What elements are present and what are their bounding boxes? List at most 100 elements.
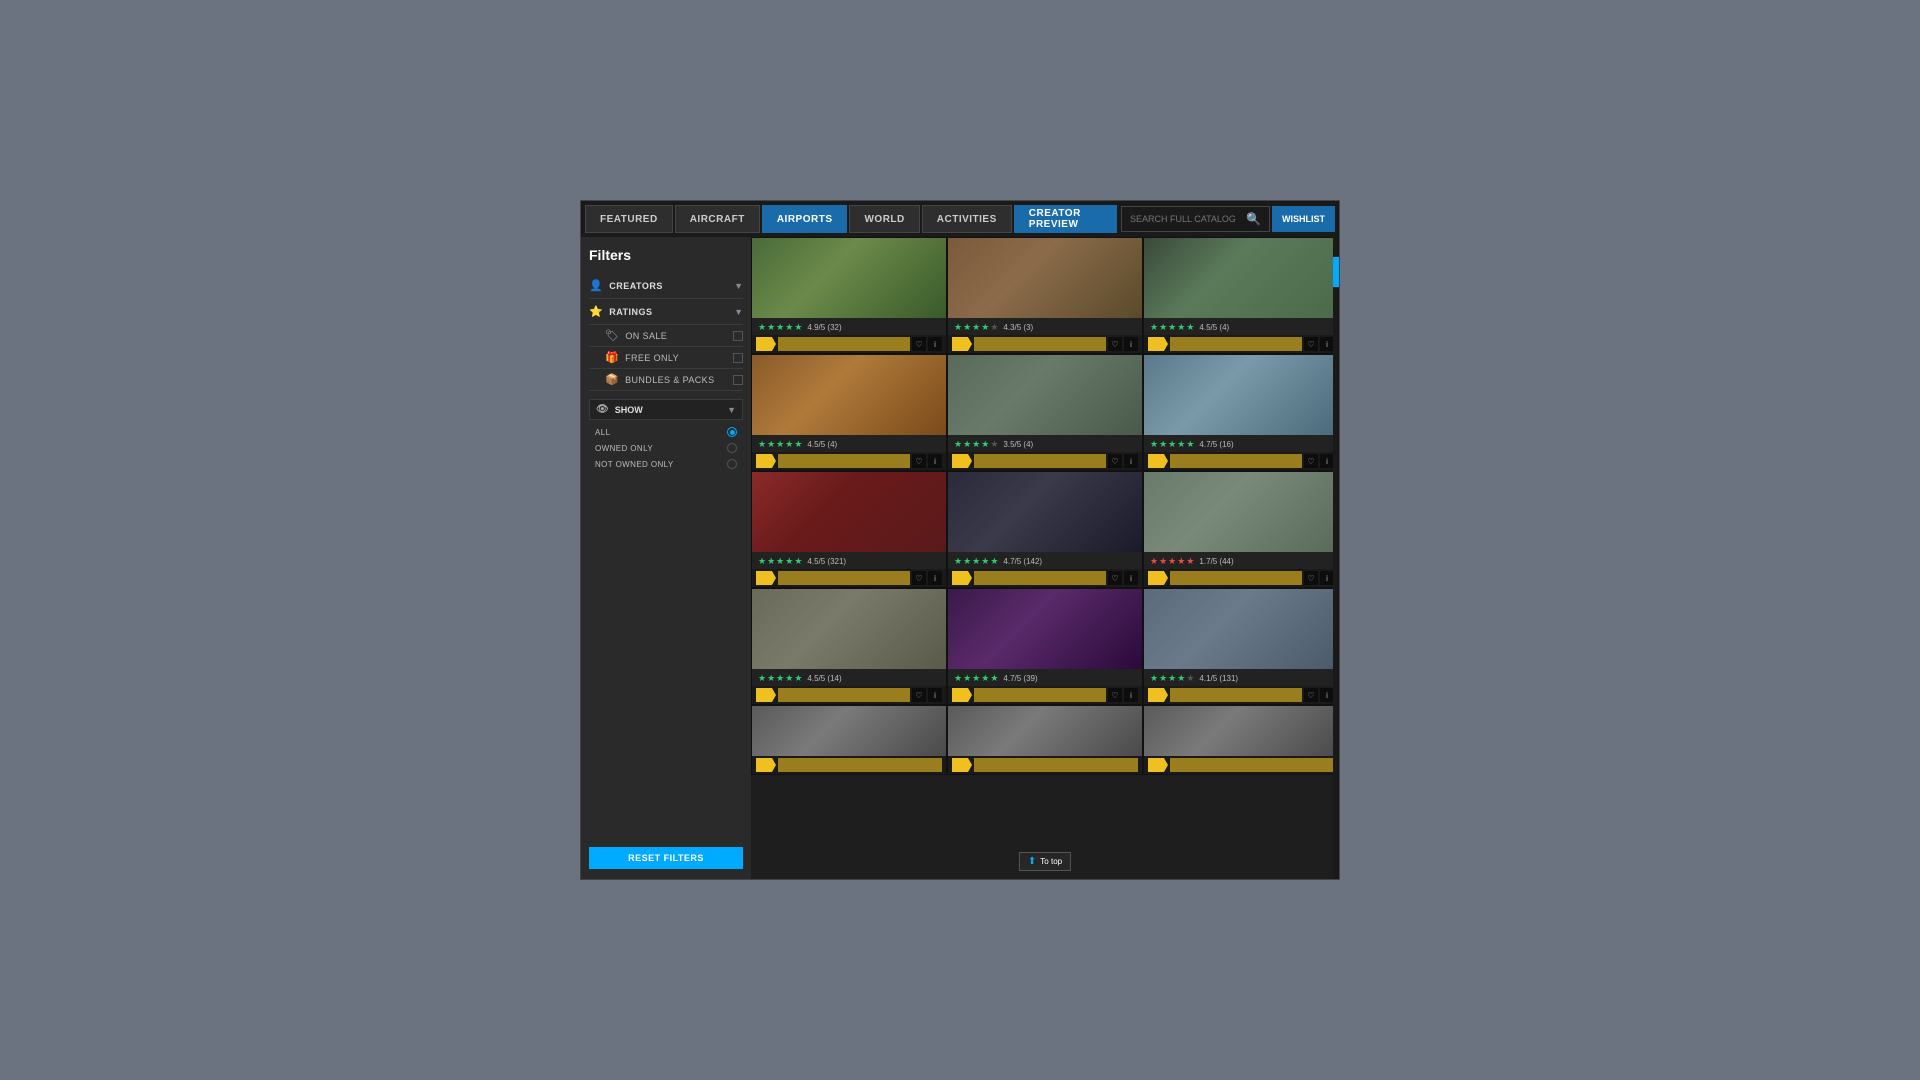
- item-image-12: [1144, 589, 1338, 669]
- item-btn-info-8[interactable]: i: [1124, 571, 1138, 585]
- checkbox-free-only[interactable]: [733, 353, 743, 363]
- item-info-4: ★★★★★ 4.5/5 (4): [752, 435, 946, 452]
- item-btn-heart-12[interactable]: ♡: [1304, 688, 1318, 702]
- star-1: ★: [1150, 322, 1158, 333]
- rating-row-7: ★★★★★ 4.5/5 (321): [758, 556, 940, 567]
- grid-item-9[interactable]: ★★★★★ 1.7/5 (44) ♡ i: [1143, 471, 1339, 588]
- star-3: ★: [776, 556, 784, 567]
- search-input[interactable]: [1130, 214, 1240, 224]
- filters-title: Filters: [589, 247, 743, 263]
- grid-item-1[interactable]: ★★★★★ 4.9/5 (32) ♡ i: [751, 237, 947, 354]
- show-header[interactable]: 👁 SHOW ▼: [589, 399, 743, 420]
- search-icon[interactable]: 🔍: [1246, 212, 1261, 226]
- item-image-8: [948, 472, 1142, 552]
- wishlist-button[interactable]: WISHLIST: [1272, 206, 1335, 232]
- item-btn-info-10[interactable]: i: [928, 688, 942, 702]
- star-5: ★: [794, 556, 802, 567]
- radio-dot-not-owned: [727, 459, 737, 469]
- item-btn-info-4[interactable]: i: [928, 454, 942, 468]
- tab-featured[interactable]: FEATURED: [585, 205, 673, 233]
- grid-item-7[interactable]: ★★★★★ 4.5/5 (321) ♡ i: [751, 471, 947, 588]
- grid-item-2[interactable]: ★★★★★ 4.3/5 (3) ♡ i: [947, 237, 1143, 354]
- item-btn-heart-6[interactable]: ♡: [1304, 454, 1318, 468]
- action-arrow-icon-7: [756, 571, 776, 585]
- action-label-4: [778, 454, 910, 468]
- item-btn-heart-9[interactable]: ♡: [1304, 571, 1318, 585]
- star-5: ★: [1186, 439, 1194, 450]
- to-top-arrow-icon: ⬆: [1028, 856, 1036, 867]
- grid-item-14[interactable]: [947, 705, 1143, 775]
- item-btn-heart-10[interactable]: ♡: [912, 688, 926, 702]
- filter-item-on-sale[interactable]: 🏷 ON SALE: [589, 325, 743, 346]
- item-btn-info-6[interactable]: i: [1320, 454, 1334, 468]
- item-actions-5: ♡ i: [948, 452, 1142, 470]
- item-btn-info-5[interactable]: i: [1124, 454, 1138, 468]
- grid-item-8[interactable]: ★★★★★ 4.7/5 (142) ♡ i: [947, 471, 1143, 588]
- item-image-9: [1144, 472, 1338, 552]
- scrollbar-thumb[interactable]: [1333, 257, 1339, 287]
- item-btn-heart-2[interactable]: ♡: [1108, 337, 1122, 351]
- checkbox-bundles[interactable]: [733, 375, 743, 385]
- grid-item-12[interactable]: ★★★★★ 4.1/5 (131) ♡ i: [1143, 588, 1339, 705]
- filter-section-creators: 👤 CREATORS ▼: [589, 273, 743, 299]
- grid-item-5[interactable]: ★★★★★ 3.5/5 (4) ♡ i: [947, 354, 1143, 471]
- grid-item-4[interactable]: ★★★★★ 4.5/5 (4) ♡ i: [751, 354, 947, 471]
- grid-item-13[interactable]: [751, 705, 947, 775]
- grid-item-6[interactable]: ★★★★★ 4.7/5 (16) ♡ i: [1143, 354, 1339, 471]
- chevron-down-icon-ratings: ▼: [734, 307, 743, 317]
- star-2: ★: [963, 439, 971, 450]
- action-label-partial-13: [778, 758, 942, 772]
- grid-item-10[interactable]: ★★★★★ 4.5/5 (14) ♡ i: [751, 588, 947, 705]
- radio-item-owned[interactable]: OWNED ONLY: [589, 440, 743, 456]
- action-label-11: [974, 688, 1106, 702]
- radio-item-all[interactable]: ALL: [589, 424, 743, 440]
- action-label-8: [974, 571, 1106, 585]
- checkbox-on-sale[interactable]: [733, 331, 743, 341]
- to-top-button[interactable]: ⬆ To top: [1019, 852, 1071, 871]
- rating-text-6: 4.7/5 (16): [1199, 440, 1233, 449]
- filter-item-free-only[interactable]: 🎁 FREE ONLY: [589, 347, 743, 368]
- item-actions-9: ♡ i: [1144, 569, 1338, 587]
- item-image-5: [948, 355, 1142, 435]
- star-2: ★: [767, 322, 775, 333]
- star-2: ★: [963, 322, 971, 333]
- star-3: ★: [972, 322, 980, 333]
- item-btn-info-1[interactable]: i: [928, 337, 942, 351]
- filter-item-bundles[interactable]: 📦 BUNDLES & PACKS: [589, 369, 743, 390]
- item-btn-info-9[interactable]: i: [1320, 571, 1334, 585]
- radio-group-show: ALL OWNED ONLY NOT OWNED ONLY: [589, 424, 743, 472]
- item-btn-info-11[interactable]: i: [1124, 688, 1138, 702]
- filter-header-creators[interactable]: 👤 CREATORS ▼: [589, 273, 743, 298]
- item-image-4: [752, 355, 946, 435]
- rating-row-11: ★★★★★ 4.7/5 (39): [954, 673, 1136, 684]
- item-btn-heart-4[interactable]: ♡: [912, 454, 926, 468]
- item-btn-heart-7[interactable]: ♡: [912, 571, 926, 585]
- item-btn-info-7[interactable]: i: [928, 571, 942, 585]
- item-btn-heart-1[interactable]: ♡: [912, 337, 926, 351]
- tab-aircraft[interactable]: AIRCRAFT: [675, 205, 760, 233]
- grid-item-3[interactable]: ★★★★★ 4.5/5 (4) ♡ i: [1143, 237, 1339, 354]
- item-btn-heart-5[interactable]: ♡: [1108, 454, 1122, 468]
- scrollbar[interactable]: [1333, 237, 1339, 879]
- item-btn-heart-8[interactable]: ♡: [1108, 571, 1122, 585]
- star-4: ★: [785, 673, 793, 684]
- tab-world[interactable]: WORLD: [849, 205, 919, 233]
- rating-row-12: ★★★★★ 4.1/5 (131): [1150, 673, 1332, 684]
- filter-header-ratings[interactable]: ⭐ RATINGS ▼: [589, 299, 743, 324]
- star-3: ★: [972, 556, 980, 567]
- grid-item-15[interactable]: [1143, 705, 1339, 775]
- item-btn-heart-11[interactable]: ♡: [1108, 688, 1122, 702]
- reset-filters-button[interactable]: RESET FILTERS: [589, 847, 743, 869]
- item-btn-info-3[interactable]: i: [1320, 337, 1334, 351]
- item-actions-7: ♡ i: [752, 569, 946, 587]
- tab-activities[interactable]: ACTIVITIES: [922, 205, 1012, 233]
- tab-airports[interactable]: AIRPORTS: [762, 205, 848, 233]
- tab-creator-preview[interactable]: CREATOR PREVIEW: [1014, 205, 1117, 233]
- star-2: ★: [767, 556, 775, 567]
- radio-item-not-owned[interactable]: NOT OWNED ONLY: [589, 456, 743, 472]
- item-btn-info-2[interactable]: i: [1124, 337, 1138, 351]
- star-5: ★: [794, 439, 802, 450]
- item-btn-info-12[interactable]: i: [1320, 688, 1334, 702]
- grid-item-11[interactable]: ★★★★★ 4.7/5 (39) ♡ i: [947, 588, 1143, 705]
- item-btn-heart-3[interactable]: ♡: [1304, 337, 1318, 351]
